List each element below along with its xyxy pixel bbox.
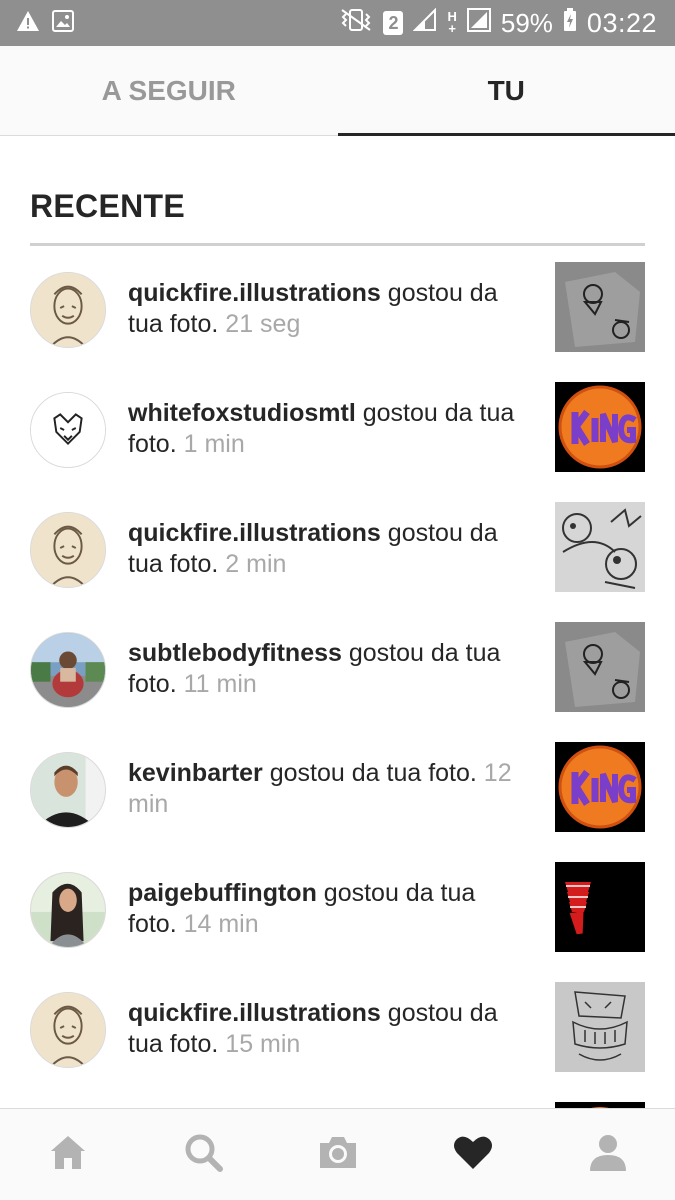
notification-text: quickfire.illustrations gostou da tua fo… bbox=[128, 519, 498, 578]
hplus-data-icon: H + bbox=[447, 9, 457, 36]
nav-camera[interactable] bbox=[270, 1109, 405, 1200]
nav-profile[interactable] bbox=[540, 1109, 675, 1200]
nav-home[interactable] bbox=[0, 1109, 135, 1200]
post-thumbnail[interactable] bbox=[555, 262, 645, 352]
list-item[interactable]: subtlebodyfitness gostou da tua foto. 11… bbox=[0, 610, 675, 730]
post-thumbnail[interactable] bbox=[555, 622, 645, 712]
home-icon bbox=[47, 1131, 89, 1178]
list-item[interactable]: quickfire.illustrations gostou da tua fo… bbox=[0, 250, 675, 370]
bottom-nav bbox=[0, 1108, 675, 1200]
avatar[interactable] bbox=[30, 632, 106, 708]
avatar[interactable] bbox=[30, 392, 106, 468]
username-link[interactable]: subtlebodyfitness bbox=[128, 639, 342, 667]
nav-search[interactable] bbox=[135, 1109, 270, 1200]
search-icon bbox=[182, 1131, 224, 1178]
battery-charging-icon bbox=[563, 7, 577, 39]
notification-text: kevinbarter gostou da tua foto. 12 min bbox=[128, 759, 512, 818]
image-notification-icon bbox=[52, 10, 74, 37]
section-divider bbox=[30, 243, 645, 246]
avatar[interactable] bbox=[30, 872, 106, 948]
battery-percent: 59% bbox=[500, 7, 553, 38]
profile-icon bbox=[587, 1131, 629, 1178]
list-item[interactable]: paigebuffington gostou da tua foto. 14 m… bbox=[0, 850, 675, 970]
warning-icon bbox=[16, 10, 40, 37]
status-bar: 2 H + 59% 03:22 bbox=[0, 0, 675, 46]
post-thumbnail[interactable] bbox=[555, 382, 645, 472]
nav-activity[interactable] bbox=[405, 1109, 540, 1200]
username-link[interactable]: quickfire.illustrations bbox=[128, 519, 381, 547]
username-link[interactable]: quickfire.illustrations bbox=[128, 999, 381, 1027]
list-item[interactable]: kevinbarter gostou da tua foto. 12 min bbox=[0, 730, 675, 850]
list-item[interactable]: quickfire.illustrations gostou da tua fo… bbox=[0, 490, 675, 610]
vibrate-icon bbox=[339, 8, 373, 39]
post-thumbnail[interactable] bbox=[555, 502, 645, 592]
signal-icon bbox=[413, 7, 437, 39]
notification-text: quickfire.illustrations gostou da tua fo… bbox=[128, 279, 498, 338]
avatar[interactable] bbox=[30, 512, 106, 588]
activity-tabs: A SEGUIR TU bbox=[0, 46, 675, 136]
section-title: RECENTE bbox=[30, 188, 186, 224]
notification-text: whitefoxstudiosmtl gostou da tua foto. 1… bbox=[128, 399, 515, 458]
username-link[interactable]: paigebuffington bbox=[128, 879, 317, 907]
username-link[interactable]: whitefoxstudiosmtl bbox=[128, 399, 356, 427]
post-thumbnail[interactable] bbox=[555, 862, 645, 952]
post-thumbnail[interactable] bbox=[555, 982, 645, 1072]
list-item[interactable]: quickfire.illustrations gostou da tua fo… bbox=[0, 970, 675, 1090]
signal-strong-icon bbox=[466, 7, 491, 39]
camera-icon bbox=[317, 1131, 359, 1178]
avatar[interactable] bbox=[30, 752, 106, 828]
notification-text: paigebuffington gostou da tua foto. 14 m… bbox=[128, 879, 476, 938]
clock: 03:22 bbox=[586, 7, 657, 38]
username-link[interactable]: quickfire.illustrations bbox=[128, 279, 381, 307]
avatar[interactable] bbox=[30, 272, 106, 348]
notification-text: quickfire.illustrations gostou da tua fo… bbox=[128, 999, 498, 1058]
post-thumbnail[interactable] bbox=[555, 742, 645, 832]
username-link[interactable]: kevinbarter bbox=[128, 759, 263, 787]
list-item[interactable]: whitefoxstudiosmtl gostou da tua foto. 1… bbox=[0, 370, 675, 490]
notification-text: subtlebodyfitness gostou da tua foto. 11… bbox=[128, 639, 501, 698]
tab-you[interactable]: TU bbox=[337, 46, 675, 136]
heart-icon bbox=[452, 1131, 494, 1178]
sim-badge-icon: 2 bbox=[383, 11, 404, 35]
avatar[interactable] bbox=[30, 992, 106, 1068]
tab-following[interactable]: A SEGUIR bbox=[0, 46, 338, 135]
